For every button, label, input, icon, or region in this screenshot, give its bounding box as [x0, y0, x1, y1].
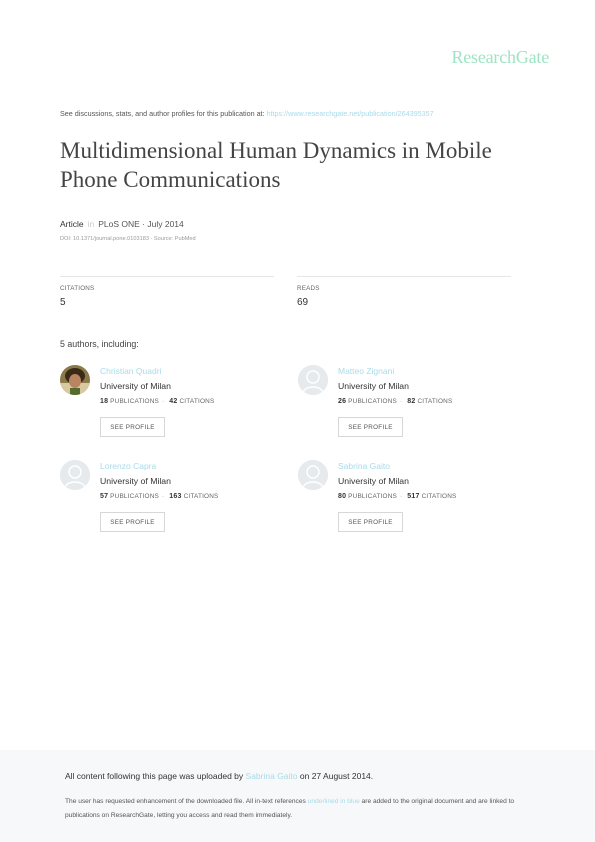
citations-stat: CITATIONS 5 — [60, 276, 274, 308]
discussion-line: See discussions, stats, and author profi… — [60, 109, 434, 118]
citations-label: CITATIONS — [60, 285, 95, 292]
uploader-link[interactable]: Sabrina Gaito — [246, 771, 298, 781]
reads-stat: READS 69 — [297, 276, 511, 308]
discussion-text: See discussions, stats, and author profi… — [60, 109, 265, 118]
author-card: Sabrina Gaito University of Milan 80 PUB… — [298, 460, 518, 540]
citations-value: 5 — [60, 297, 66, 308]
uploaded-suffix: on 27 August 2014. — [299, 771, 374, 781]
publication-link[interactable]: https://www.researchgate.net/publication… — [267, 109, 434, 118]
note-link-text: underlined in blue — [307, 798, 360, 805]
user-silhouette-icon[interactable] — [298, 460, 328, 490]
author-card: Lorenzo Capra University of Milan 57 PUB… — [60, 460, 280, 540]
publication-count: 57 — [100, 493, 109, 500]
author-name[interactable]: Sabrina Gaito — [338, 461, 390, 471]
author-card: Matteo Zignani University of Milan 26 PU… — [298, 365, 518, 445]
venue-date[interactable]: PLoS ONE · July 2014 — [98, 219, 184, 229]
publications-label: PUBLICATIONS — [348, 493, 397, 500]
user-silhouette-icon[interactable] — [298, 365, 328, 395]
author-card: Christian Quadri University of Milan 18 … — [60, 365, 280, 445]
author-counts: 26 PUBLICATIONS · 82 CITATIONS — [338, 398, 453, 405]
author-counts: 18 PUBLICATIONS · 42 CITATIONS — [100, 398, 215, 405]
see-profile-button[interactable]: SEE PROFILE — [338, 417, 403, 437]
footer-panel: All content following this page was uplo… — [0, 750, 595, 842]
author-name[interactable]: Lorenzo Capra — [100, 461, 156, 471]
in-word: in — [87, 219, 95, 229]
publication-count: 26 — [338, 398, 347, 405]
citation-count: 42 — [169, 398, 178, 405]
citation-count: 517 — [407, 493, 420, 500]
author-counts: 57 PUBLICATIONS · 163 CITATIONS — [100, 493, 219, 500]
citations-label: CITATIONS — [183, 493, 219, 500]
article-type: Article — [60, 219, 84, 229]
author-name[interactable]: Matteo Zignani — [338, 366, 394, 376]
authors-heading: 5 authors, including: — [60, 339, 139, 349]
see-profile-button[interactable]: SEE PROFILE — [100, 512, 165, 532]
author-photo[interactable] — [60, 365, 90, 395]
note-prefix: The user has requested enhancement of th… — [65, 798, 306, 805]
citations-label: CITATIONS — [417, 398, 453, 405]
publications-label: PUBLICATIONS — [110, 493, 159, 500]
author-institution: University of Milan — [338, 476, 409, 486]
author-institution: University of Milan — [100, 476, 171, 486]
uploaded-prefix: All content following this page was uplo… — [65, 771, 244, 781]
author-institution: University of Milan — [338, 381, 409, 391]
publication-count: 80 — [338, 493, 347, 500]
enhancement-note: The user has requested enhancement of th… — [65, 795, 535, 823]
researchgate-logo[interactable]: ResearchGate — [451, 47, 549, 68]
citation-count: 163 — [169, 493, 182, 500]
citation-count: 82 — [407, 398, 416, 405]
doi-line: DOI: 10.1371/journal.pone.0103183 · Sour… — [60, 236, 196, 242]
author-name[interactable]: Christian Quadri — [100, 366, 161, 376]
user-silhouette-icon[interactable] — [60, 460, 90, 490]
citations-label: CITATIONS — [421, 493, 457, 500]
citations-label: CITATIONS — [179, 398, 215, 405]
upload-info: All content following this page was uplo… — [65, 771, 373, 781]
paper-meta: Article in PLoS ONE · July 2014 — [60, 219, 184, 229]
reads-value: 69 — [297, 297, 309, 308]
author-institution: University of Milan — [100, 381, 171, 391]
publications-label: PUBLICATIONS — [110, 398, 159, 405]
see-profile-button[interactable]: SEE PROFILE — [338, 512, 403, 532]
reads-label: READS — [297, 285, 320, 292]
paper-title: Multidimensional Human Dynamics in Mobil… — [60, 138, 492, 192]
publication-count: 18 — [100, 398, 109, 405]
publications-label: PUBLICATIONS — [348, 398, 397, 405]
see-profile-button[interactable]: SEE PROFILE — [100, 417, 165, 437]
author-counts: 80 PUBLICATIONS · 517 CITATIONS — [338, 493, 457, 500]
